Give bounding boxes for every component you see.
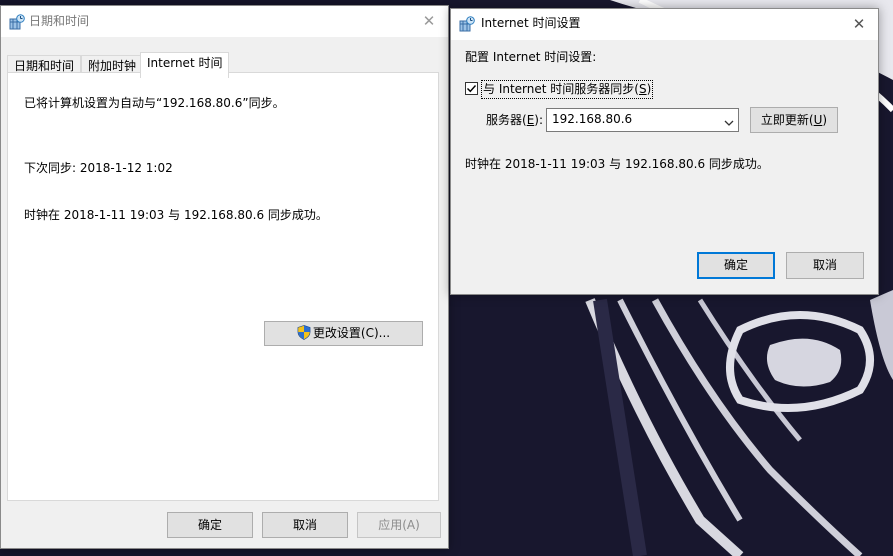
checkmark-icon (467, 85, 477, 93)
internet-time-titlebar[interactable]: Internet 时间设置 ✕ (451, 9, 878, 40)
date-time-globe-icon (459, 16, 475, 32)
internet-time-panel: 已将计算机设置为自动与“192.168.80.6”同步。 下次同步: 2018-… (7, 72, 439, 501)
close-icon[interactable]: ✕ (840, 9, 878, 40)
apply-button[interactable]: 应用(A) (357, 512, 441, 538)
close-icon[interactable]: ✕ (410, 6, 448, 37)
tab-internet-time[interactable]: Internet 时间 (140, 52, 230, 78)
next-sync-text: 下次同步: 2018-1-12 1:02 (24, 161, 173, 175)
date-time-globe-icon (9, 14, 25, 30)
chevron-down-icon[interactable] (724, 116, 734, 130)
sync-checkbox-label: 与 Internet 时间服务器同步(S) (481, 80, 654, 99)
dialog-title: Internet 时间设置 (481, 16, 581, 30)
sync-checkbox[interactable] (465, 82, 478, 95)
sync-status-text: 时钟在 2018-1-11 19:03 与 192.168.80.6 同步成功。 (465, 157, 769, 171)
date-time-titlebar[interactable]: 日期和时间 ✕ (1, 6, 448, 37)
cancel-button[interactable]: 取消 (262, 512, 348, 538)
cancel-button[interactable]: 取消 (786, 252, 864, 279)
config-heading: 配置 Internet 时间设置: (465, 50, 597, 64)
change-settings-button[interactable]: 更改设置(C)... (264, 321, 423, 346)
change-settings-label: 更改设置(C)... (312, 326, 391, 340)
server-label: 服务器(E): (486, 113, 544, 127)
update-now-button[interactable]: 立即更新(U) (750, 107, 838, 133)
ok-button[interactable]: 确定 (167, 512, 253, 538)
internet-time-settings-dialog: Internet 时间设置 ✕ 配置 Internet 时间设置: 与 Inte… (450, 8, 879, 295)
uac-shield-icon (297, 325, 311, 348)
ok-button[interactable]: 确定 (697, 252, 775, 279)
server-value: 192.168.80.6 (552, 112, 633, 126)
date-time-window: 日期和时间 ✕ 日期和时间 附加时钟 Internet 时间 已将计算机设置为自… (0, 5, 449, 549)
last-sync-text: 时钟在 2018-1-11 19:03 与 192.168.80.6 同步成功。 (24, 208, 328, 222)
window-title: 日期和时间 (29, 14, 90, 28)
sync-setting-text: 已将计算机设置为自动与“192.168.80.6”同步。 (24, 96, 285, 110)
server-combobox[interactable]: 192.168.80.6 (546, 108, 739, 132)
